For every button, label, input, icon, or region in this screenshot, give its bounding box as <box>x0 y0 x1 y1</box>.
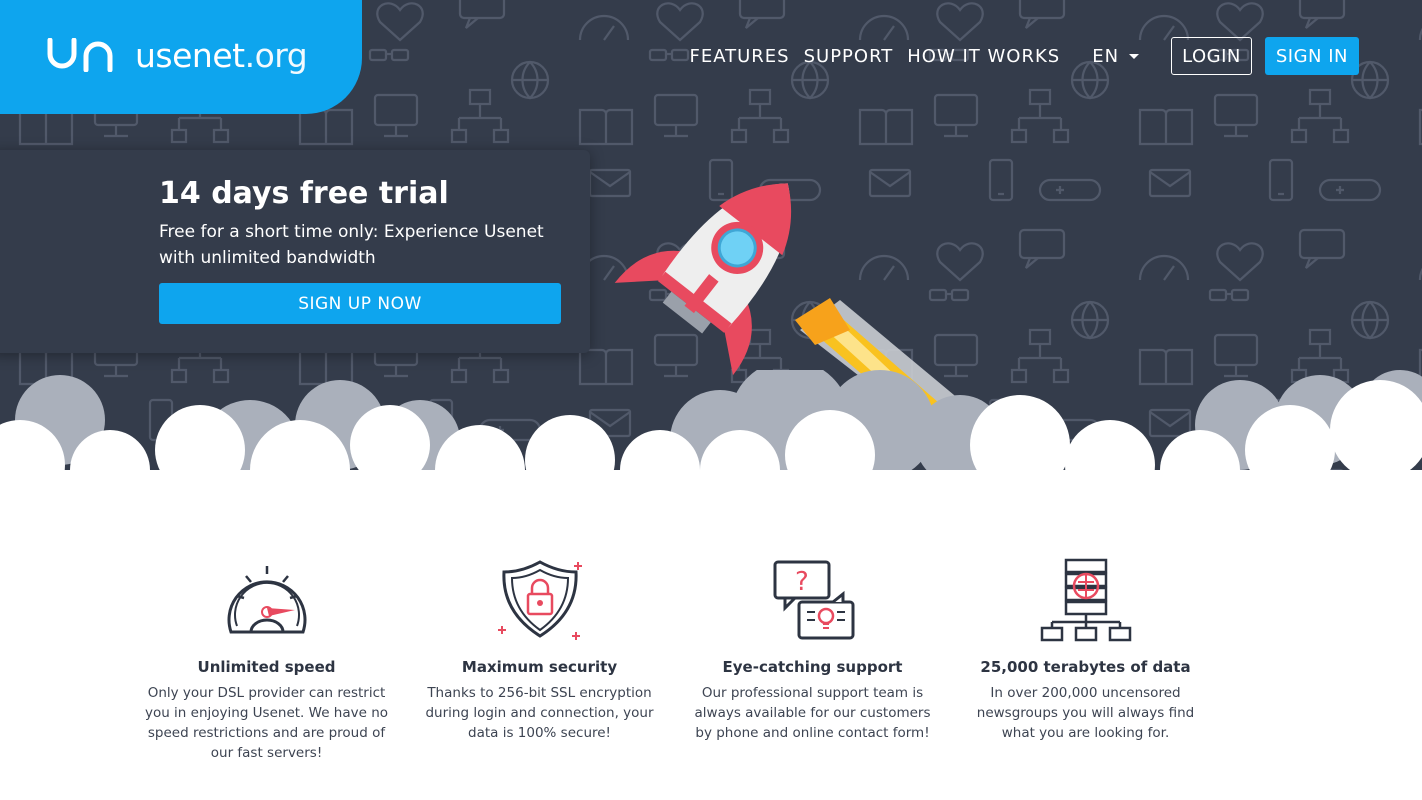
promo-title: 14 days free trial <box>159 176 449 211</box>
hero-section: usenet.org FEATURES SUPPORT HOW IT WORKS… <box>0 0 1422 500</box>
language-label: EN <box>1092 45 1120 67</box>
shield-lock-icon <box>497 560 582 640</box>
feature-unlimited-speed: Unlimited speed Only your DSL provider c… <box>130 556 403 776</box>
main-navigation: FEATURES SUPPORT HOW IT WORKS EN LOGIN S… <box>689 37 1359 75</box>
feature-title: Unlimited speed <box>197 658 336 676</box>
nav-support[interactable]: SUPPORT <box>804 46 894 67</box>
logo-area[interactable]: usenet.org <box>0 0 362 114</box>
features-section: Unlimited speed Only your DSL provider c… <box>130 556 1230 776</box>
feature-title: Eye-catching support <box>722 658 903 676</box>
logo-name: usenet <box>135 36 245 75</box>
caret-down-icon <box>1129 53 1140 59</box>
feature-maximum-security: Maximum security Thanks to 256-bit SSL e… <box>403 556 676 776</box>
feature-title: 25,000 terabytes of data <box>980 658 1191 676</box>
logo-tld: .org <box>244 36 308 75</box>
feature-description: Our professional support team is always … <box>694 685 931 741</box>
sign-in-button[interactable]: SIGN IN <box>1264 37 1359 75</box>
login-button[interactable]: LOGIN <box>1171 37 1252 75</box>
feature-title: Maximum security <box>461 658 618 676</box>
feature-description: Only your DSL provider can restrict you … <box>144 685 389 761</box>
un-logo-icon <box>47 38 113 72</box>
logo-wordmark: usenet.org <box>135 36 308 75</box>
sign-up-now-button[interactable]: SIGN UP NOW <box>159 283 561 324</box>
feature-support: ? Eye-catching support Our professional … <box>676 556 949 776</box>
promo-description: Free for a short time only: Experience U… <box>159 222 544 268</box>
speedometer-icon <box>227 566 306 634</box>
feature-description: Thanks to 256-bit SSL encryption during … <box>425 685 654 741</box>
support-chat-icon: ? <box>773 560 854 640</box>
svg-text:?: ? <box>795 567 809 597</box>
server-network-icon <box>1040 558 1131 642</box>
language-dropdown[interactable]: EN <box>1092 45 1140 67</box>
feature-terabytes: 25,000 terabytes of data In over 200,000… <box>949 556 1222 776</box>
nav-how-it-works[interactable]: HOW IT WORKS <box>907 46 1060 67</box>
nav-features[interactable]: FEATURES <box>689 46 789 67</box>
clouds-illustration <box>0 370 1422 500</box>
free-trial-card: 14 days free trial Free for a short time… <box>0 150 590 353</box>
feature-description: In over 200,000 uncensored newsgroups yo… <box>976 685 1195 741</box>
